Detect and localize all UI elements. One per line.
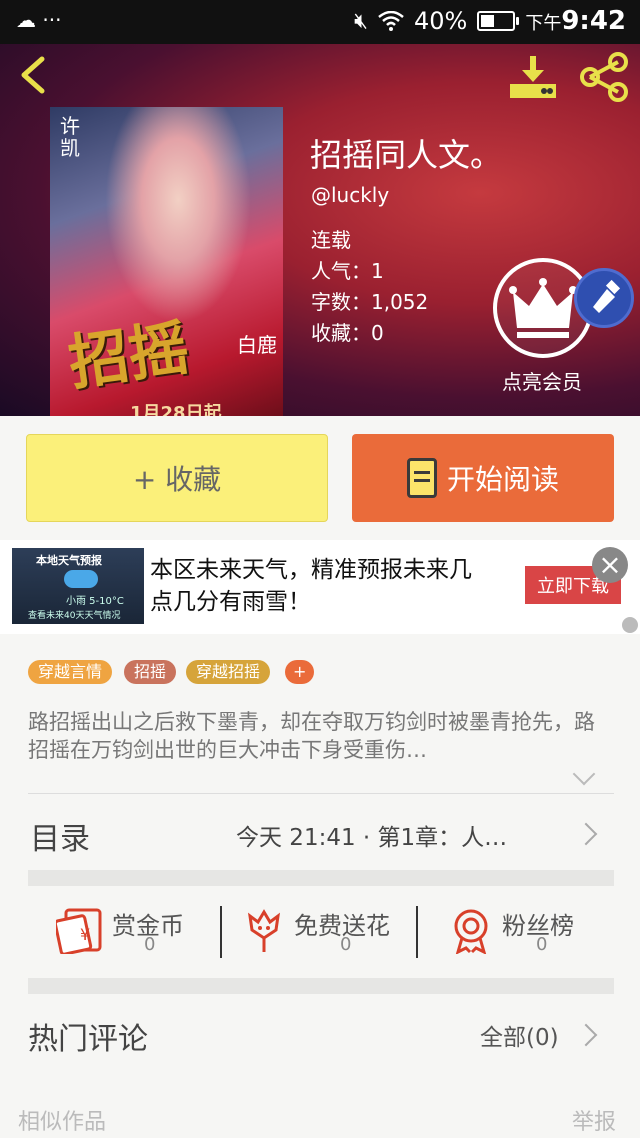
ad-mark-icon	[622, 617, 638, 633]
comments-chevron-icon[interactable]	[574, 1023, 598, 1047]
tag-label: 招摇	[134, 662, 167, 681]
ad-close-icon[interactable]: ×	[592, 547, 628, 583]
start-reading-button[interactable]: 开始阅读	[352, 434, 614, 522]
cover-title-art: 招摇	[64, 312, 194, 399]
hot-comments-label: 热门评论	[28, 1022, 148, 1057]
status-right: 🔇︎ 40% 下午9:42	[354, 6, 626, 36]
cover-date: 1月28日起	[130, 403, 222, 416]
cover-actor-right: 白鹿	[237, 333, 277, 357]
clock: 9:42	[561, 6, 626, 36]
expand-chevron-icon[interactable]	[572, 762, 596, 786]
book-popularity: 人气：1	[311, 259, 384, 283]
divider	[28, 793, 614, 794]
ad-image-sub: 小雨 5-10°C	[66, 596, 124, 607]
back-icon[interactable]	[14, 55, 54, 95]
reward-coins-value: 0	[144, 934, 156, 955]
flower-icon	[248, 909, 280, 952]
tag[interactable]: 招摇	[124, 660, 177, 684]
book-icon	[406, 458, 437, 498]
book-title: 招摇同人文。	[310, 136, 503, 174]
fan-ranking-value: 0	[536, 934, 548, 955]
similar-works-label[interactable]: 相似作品	[18, 1104, 106, 1136]
battery-percent: 40%	[413, 7, 468, 35]
start-reading-label: 开始阅读	[446, 463, 559, 496]
book-favorites: 收藏：0	[311, 321, 384, 345]
status-bar: ☁ ··· 🔇︎ 40% 下午9:42	[0, 0, 640, 44]
report-link[interactable]: 举报	[572, 1104, 616, 1136]
synopsis[interactable]: 路招摇出山之后救下墨青，却在夺取万钧剑时被墨青抢先，路招摇在万钧剑出世的巨大冲击…	[28, 708, 614, 764]
divider	[220, 906, 222, 958]
wifi-icon	[378, 11, 404, 31]
collect-button[interactable]: + 收藏	[26, 434, 328, 522]
ad-image-foot: 查看未来40天天气情况	[28, 611, 121, 621]
section-separator	[28, 870, 614, 886]
red-envelope-icon: ¥	[56, 908, 102, 954]
cover-actor-left: 许凯	[60, 114, 80, 160]
tag-label: 穿越招摇	[196, 662, 261, 681]
divider	[416, 906, 418, 958]
add-tag-button[interactable]: +	[285, 660, 315, 684]
toc-label[interactable]: 目录	[30, 814, 90, 858]
rain-cloud-icon	[64, 570, 98, 588]
download-icon[interactable]	[508, 54, 558, 100]
tag-label: 穿越言情	[38, 662, 103, 681]
tag[interactable]: 穿越言情	[28, 660, 113, 684]
ad-image-title: 本地天气预报	[36, 554, 102, 567]
book-author[interactable]: @luckly	[311, 183, 389, 207]
battery-icon	[477, 11, 520, 31]
medal-icon	[454, 909, 488, 954]
toc-latest-chapter[interactable]: 今天 21:41 · 第1章：人…	[236, 818, 507, 852]
book-status: 连载	[311, 228, 351, 252]
tool-badge-icon[interactable]	[574, 268, 634, 328]
toc-chevron-icon[interactable]	[574, 822, 598, 846]
add-tag-label: +	[293, 662, 307, 681]
ad-image[interactable]: 本地天气预报 小雨 5-10°C 查看未来40天天气情况	[12, 548, 144, 624]
member-label[interactable]: 点亮会员	[502, 366, 582, 395]
free-flower-value: 0	[340, 934, 352, 955]
share-icon[interactable]	[578, 52, 630, 102]
all-comments-link[interactable]: 全部(0)	[480, 1018, 559, 1052]
svg-text:¥: ¥	[80, 925, 90, 944]
time-prefix: 下午	[525, 13, 562, 34]
tag[interactable]: 穿越招摇	[186, 660, 271, 684]
status-left-icons: ☁ ···	[16, 8, 62, 32]
book-cover[interactable]: 许凯 招摇 白鹿 1月28日起	[50, 107, 283, 416]
ad-text[interactable]: 本区未来天气，精准预报未来几点几分有雨雪！	[150, 554, 490, 618]
book-word-count: 字数：1,052	[311, 290, 429, 314]
mute-icon: 🔇︎	[354, 8, 368, 34]
section-separator	[28, 978, 614, 994]
